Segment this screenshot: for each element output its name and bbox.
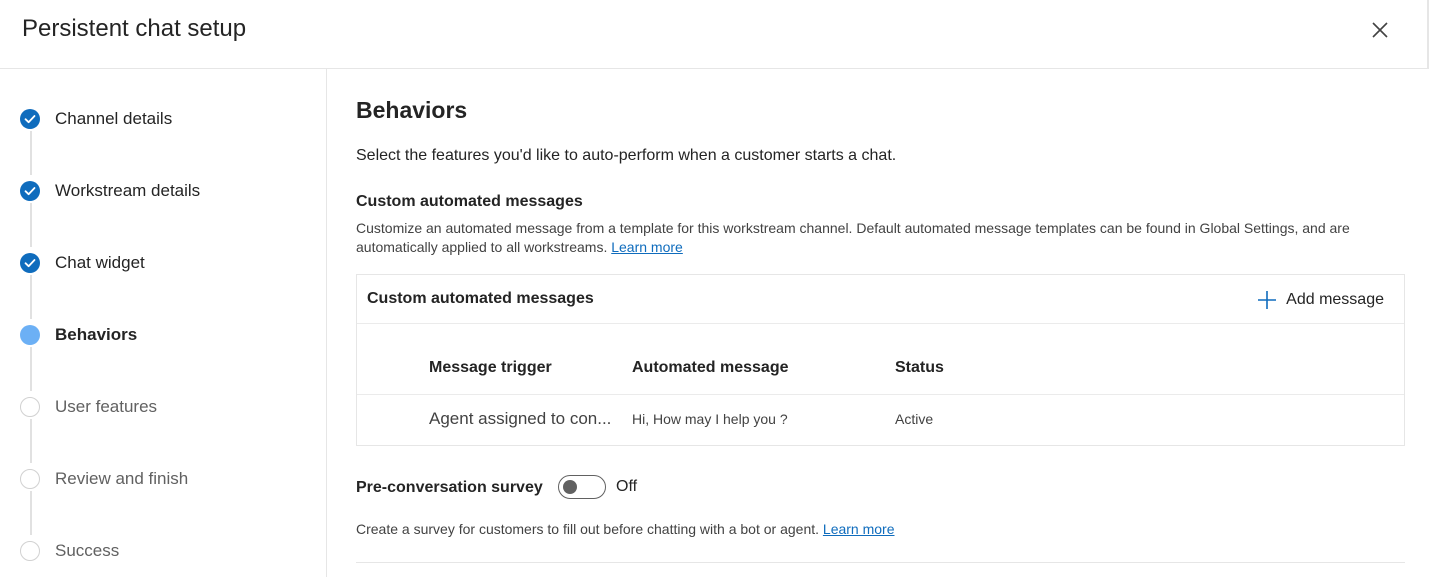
- step-label: Review and finish: [55, 469, 189, 488]
- step-connector: [30, 347, 32, 391]
- survey-label: Pre-conversation survey: [356, 479, 543, 496]
- column-header-message[interactable]: Automated message: [632, 359, 789, 377]
- step-user-features[interactable]: User features: [20, 395, 157, 419]
- toggle-knob: [563, 480, 577, 494]
- step-label: Success: [55, 541, 120, 560]
- section-title: Custom automated messages: [356, 193, 583, 210]
- description-text: Customize an automated message from a te…: [356, 220, 1350, 255]
- cell-trigger[interactable]: Agent assigned to con...: [429, 409, 611, 429]
- survey-toggle[interactable]: [558, 475, 606, 499]
- dialog-title: Persistent chat setup: [22, 15, 247, 42]
- cell-message: Hi, How may I help you ?: [632, 411, 788, 427]
- step-review-and-finish[interactable]: Review and finish: [20, 467, 188, 491]
- add-message-button[interactable]: Add message: [1257, 287, 1384, 313]
- setup-steps-sidebar: Channel details Workstream details Chat …: [0, 69, 327, 577]
- step-connector: [30, 203, 32, 247]
- learn-more-link[interactable]: Learn more: [611, 239, 683, 255]
- step-behaviors[interactable]: Behaviors: [20, 323, 137, 347]
- add-message-label: Add message: [1286, 291, 1384, 308]
- page-title: Behaviors: [356, 97, 468, 123]
- dialog-header: Persistent chat setup: [0, 0, 1429, 69]
- column-header-trigger[interactable]: Message trigger: [429, 359, 552, 377]
- card-title: Custom automated messages: [367, 290, 594, 307]
- section-divider: [356, 562, 1405, 563]
- step-label: Channel details: [55, 109, 173, 128]
- checkmark-icon: [20, 181, 40, 201]
- survey-description-text: Create a survey for customers to fill ou…: [356, 521, 820, 537]
- column-header-status[interactable]: Status: [895, 359, 944, 377]
- survey-description: Create a survey for customers to fill ou…: [356, 521, 895, 537]
- empty-circle-icon: [20, 541, 40, 561]
- cell-status: Active: [895, 411, 934, 427]
- section-description: Customize an automated message from a te…: [356, 219, 1386, 257]
- empty-circle-icon: [20, 397, 40, 417]
- step-connector: [30, 275, 32, 319]
- step-label: User features: [55, 397, 158, 416]
- close-button[interactable]: [1366, 16, 1394, 44]
- step-connector: [30, 491, 32, 535]
- step-label: Chat widget: [55, 253, 145, 272]
- step-label: Workstream details: [55, 181, 201, 200]
- close-icon: [1372, 22, 1388, 38]
- step-connector: [30, 419, 32, 463]
- intro-text: Select the features you'd like to auto-p…: [356, 147, 897, 164]
- step-connector: [30, 131, 32, 175]
- plus-icon: [1258, 291, 1277, 309]
- step-chat-widget[interactable]: Chat widget: [20, 251, 145, 275]
- step-workstream-details[interactable]: Workstream details: [20, 179, 200, 203]
- checkmark-icon: [20, 109, 40, 129]
- toggle-state-label: Off: [616, 478, 638, 495]
- step-channel-details[interactable]: Channel details: [20, 107, 172, 131]
- step-success[interactable]: Success: [20, 539, 119, 563]
- card-header: Custom automated messages Add message: [357, 275, 1404, 324]
- row-divider: [357, 394, 1404, 395]
- automated-messages-card: Custom automated messages Add message Me…: [356, 274, 1405, 446]
- step-label: Behaviors: [55, 325, 138, 344]
- empty-circle-icon: [20, 469, 40, 489]
- checkmark-icon: [20, 253, 40, 273]
- main-content: Behaviors Select the features you'd like…: [328, 69, 1429, 577]
- survey-learn-more-link[interactable]: Learn more: [823, 521, 895, 537]
- current-step-icon: [20, 325, 40, 345]
